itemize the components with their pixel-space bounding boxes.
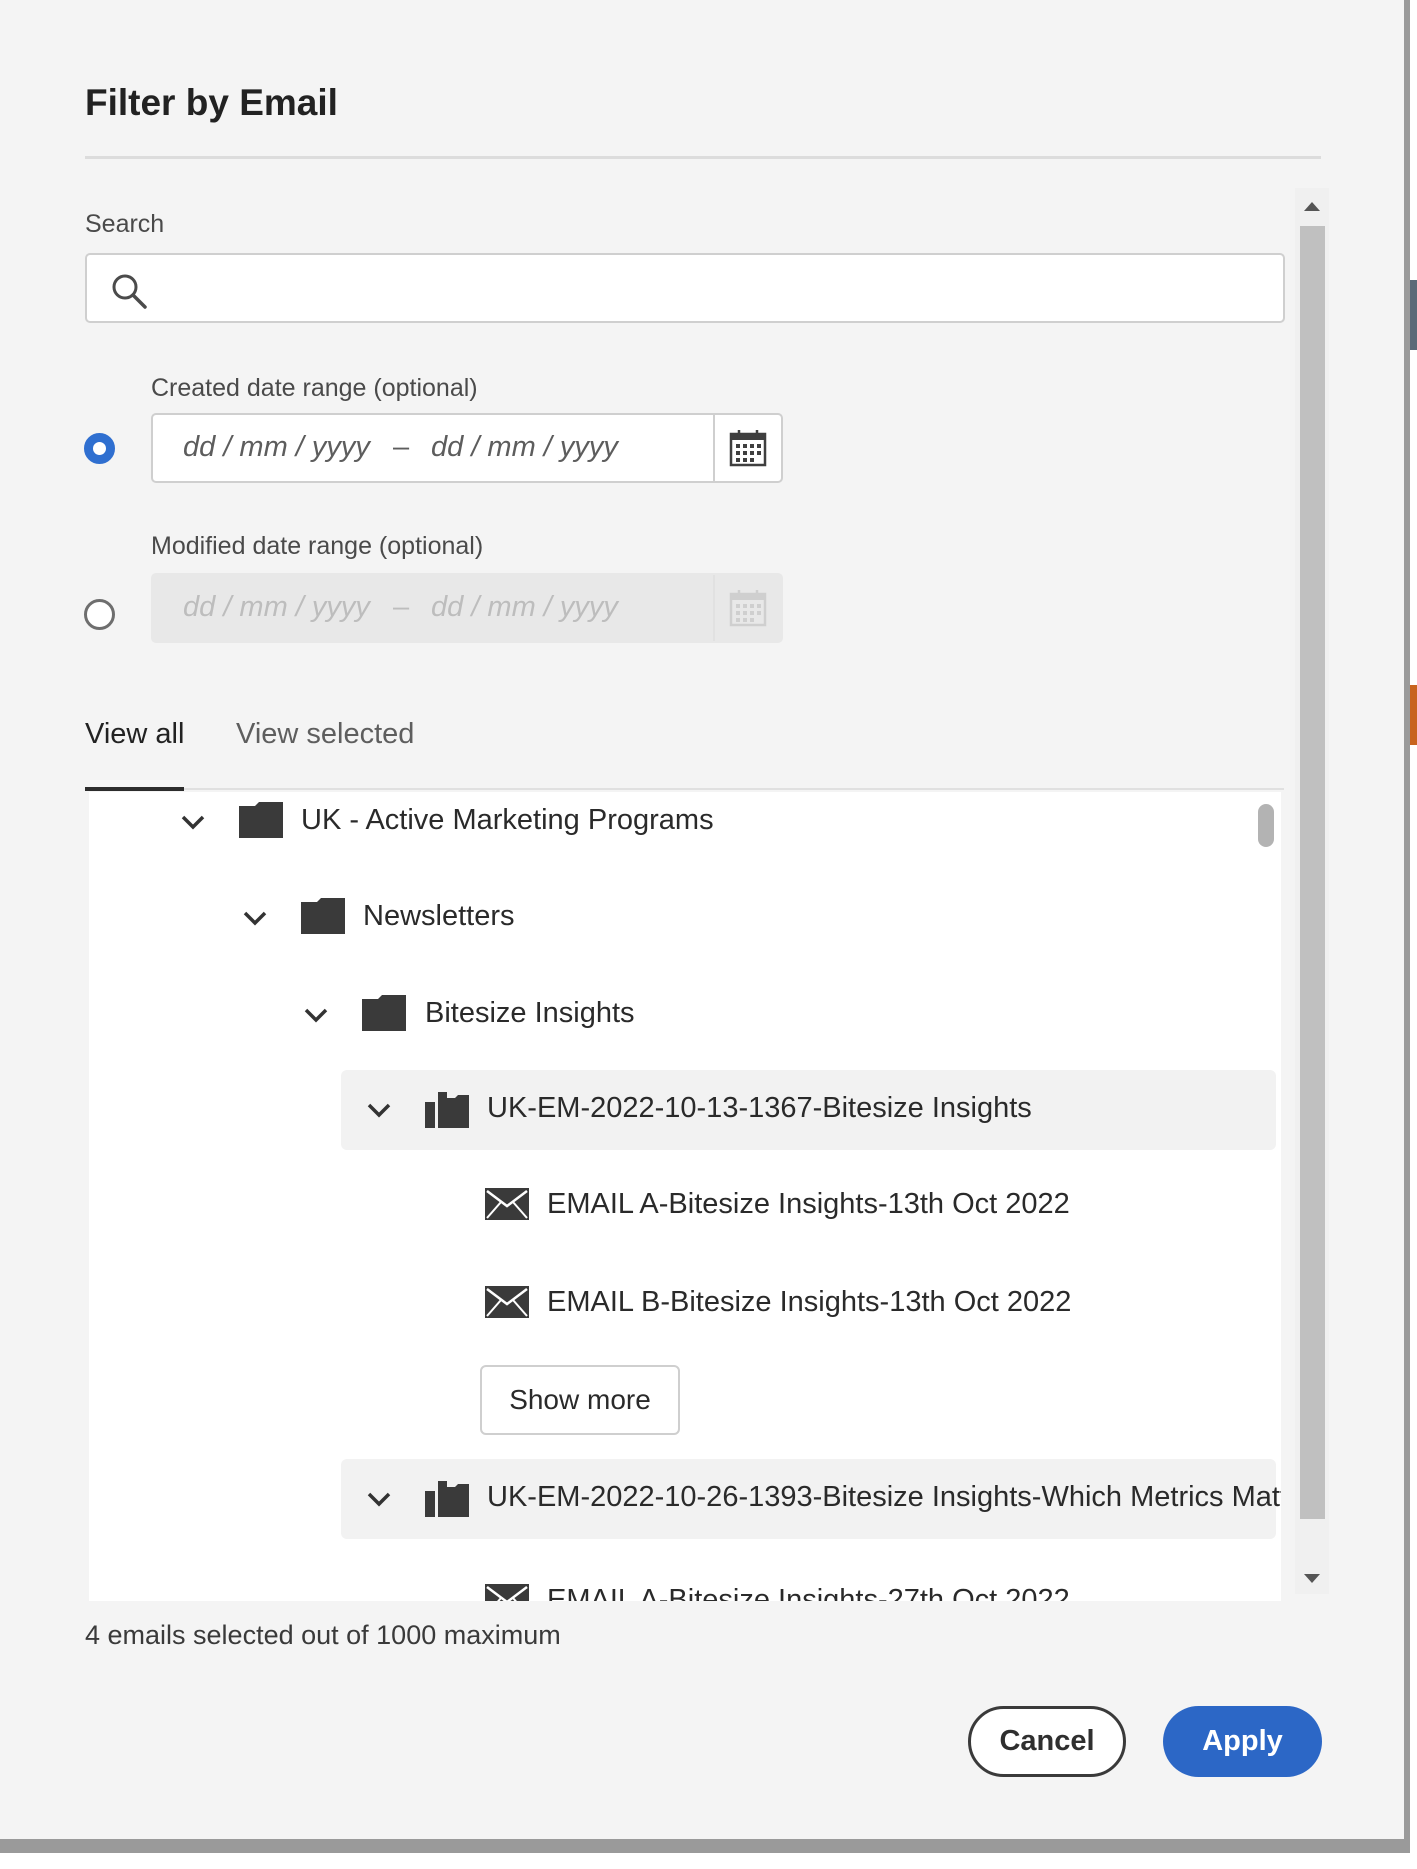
chevron-down-icon[interactable] [367, 1102, 391, 1118]
show-more-button[interactable]: Show more [480, 1365, 680, 1435]
active-tab-indicator [85, 787, 184, 791]
modified-end-date: dd / mm / yyyy [431, 591, 618, 623]
tree-item-label: UK-EM-2022-10-26-1393-Bitesize Insights-… [487, 1481, 1281, 1513]
email-icon [485, 1188, 529, 1220]
created-date-label: Created date range (optional) [151, 374, 478, 402]
tree-row-program[interactable]: UK-EM-2022-10-26-1393-Bitesize Insights-… [341, 1459, 1281, 1539]
filter-dialog: Filter by Email Search Created date rang… [0, 0, 1410, 1853]
tab-view-all[interactable]: View all [85, 718, 184, 751]
tree-item-label: Newsletters [363, 900, 515, 932]
scroll-down-icon[interactable] [1304, 1574, 1320, 1583]
modified-date-radio[interactable] [84, 599, 115, 630]
dialog-scrollbar-thumb[interactable] [1300, 226, 1325, 1519]
created-date-radio[interactable] [84, 433, 115, 464]
tree-row-folder[interactable]: Bitesize Insights [89, 975, 1281, 1055]
email-icon [485, 1584, 529, 1601]
created-calendar-button[interactable] [713, 415, 781, 481]
created-start-date[interactable]: dd / mm / yyyy [183, 431, 370, 464]
tree-row-program[interactable]: UK-EM-2022-10-13-1367-Bitesize Insights [341, 1070, 1276, 1150]
background-edge [1410, 280, 1417, 350]
folder-icon [301, 898, 345, 934]
chevron-down-icon[interactable] [181, 814, 205, 830]
email-tree: UK - Active Marketing Programs Newslette… [89, 792, 1281, 1601]
modified-date-field: dd / mm / yyyy – dd / mm / yyyy [151, 573, 783, 643]
dialog-title: Filter by Email [85, 82, 338, 123]
scroll-up-icon[interactable] [1304, 202, 1320, 211]
modified-start-date: dd / mm / yyyy [183, 591, 370, 623]
tree-row-email[interactable]: EMAIL B-Bitesize Insights-13th Oct 2022 [89, 1264, 1281, 1344]
selection-status: 4 emails selected out of 1000 maximum [85, 1620, 561, 1650]
created-date-separator: – [393, 431, 410, 463]
tree-row-folder[interactable]: Newsletters [89, 878, 1281, 958]
search-icon [112, 274, 147, 309]
apply-button[interactable]: Apply [1163, 1706, 1322, 1777]
chevron-down-icon[interactable] [367, 1491, 391, 1507]
folder-icon [362, 995, 406, 1031]
tree-scrollbar-thumb[interactable] [1258, 804, 1274, 847]
tree-item-label: Bitesize Insights [425, 997, 635, 1029]
email-icon [485, 1286, 529, 1318]
folder-icon [239, 802, 283, 838]
tree-item-label: EMAIL A-Bitesize Insights-13th Oct 2022 [547, 1188, 1070, 1220]
search-label: Search [85, 210, 165, 238]
tree-item-label: EMAIL B-Bitesize Insights-13th Oct 2022 [547, 1286, 1072, 1318]
dialog-scrollbar[interactable] [1295, 188, 1329, 1594]
created-end-date[interactable]: dd / mm / yyyy [431, 431, 618, 464]
tree-row-email[interactable]: EMAIL A-Bitesize Insights-13th Oct 2022 [89, 1166, 1281, 1246]
search-field[interactable] [85, 253, 1285, 323]
created-date-field[interactable]: dd / mm / yyyy – dd / mm / yyyy [151, 413, 783, 483]
title-divider [85, 156, 1321, 159]
modified-date-separator: – [393, 591, 410, 623]
tree-row-email[interactable]: EMAIL A-Bitesize Insights-27th Oct 2022 [89, 1562, 1281, 1601]
tree-item-label: UK-EM-2022-10-13-1367-Bitesize Insights [487, 1092, 1032, 1124]
tree-item-label: EMAIL A-Bitesize Insights-27th Oct 2022 [547, 1584, 1070, 1601]
tab-divider [184, 788, 1284, 790]
chevron-down-icon[interactable] [304, 1007, 328, 1023]
modified-date-label: Modified date range (optional) [151, 532, 484, 560]
tree-item-label: UK - Active Marketing Programs [301, 804, 714, 836]
cancel-button[interactable]: Cancel [968, 1706, 1126, 1777]
tab-view-selected[interactable]: View selected [236, 718, 414, 751]
modified-calendar-button [713, 575, 781, 641]
calendar-icon [729, 430, 767, 467]
program-icon [425, 1092, 469, 1128]
search-input[interactable] [157, 263, 1267, 313]
program-icon [425, 1481, 469, 1517]
tree-row-folder[interactable]: UK - Active Marketing Programs [89, 792, 1281, 862]
chevron-down-icon[interactable] [243, 910, 267, 926]
calendar-icon [729, 590, 767, 627]
background-edge [1410, 685, 1417, 745]
